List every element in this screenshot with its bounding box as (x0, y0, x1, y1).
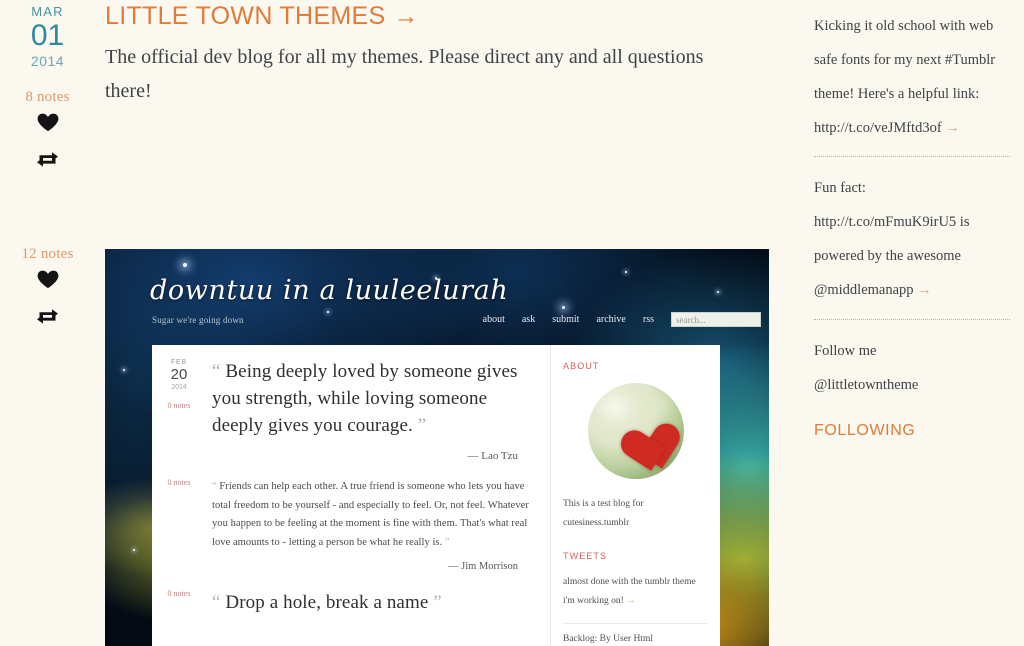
about-text: This is a test blog for cutesiness.tumbl… (563, 499, 644, 528)
heart-icon[interactable] (35, 113, 61, 135)
quote-source: — Lao Tzu (467, 449, 518, 462)
blog-description: The official dev blog for all my themes.… (105, 46, 704, 102)
nav-item-submit[interactable]: submit (552, 314, 579, 325)
quote-date-month: FEB (170, 359, 187, 366)
embedded-content-card: FEB 20 2014 0 notes “ Being deeply loved… (152, 345, 720, 646)
right-sidebar: Kicking it old school with web safe font… (814, 0, 1010, 440)
nav-item-about[interactable]: about (483, 314, 505, 325)
page-root: MAR 01 2014 8 notes 12 notes LITTLE TOWN… (0, 0, 1024, 646)
arrow-right-icon: → (945, 120, 960, 137)
embedded-post-list: FEB 20 2014 0 notes “ Being deeply loved… (152, 345, 550, 646)
quote-body: Drop a hole, break a name (225, 591, 429, 613)
quote-notes-link[interactable]: 0 notes (152, 401, 206, 410)
quote-body: Being deeply loved by someone gives you … (212, 361, 518, 436)
quote-meta: 0 notes (152, 478, 206, 487)
close-quote-mark: ” (417, 414, 427, 436)
divider (814, 156, 1010, 158)
open-quote-mark: “ (212, 591, 221, 613)
blog-title-text: LITTLE TOWN THEMES (105, 2, 386, 30)
divider (563, 623, 708, 624)
reblog-icon[interactable] (35, 151, 61, 173)
follow-handle-link[interactable]: @littletowntheme (814, 377, 918, 393)
post-date-day: 01 (30, 19, 65, 52)
tweets-heading: TWEETS (563, 551, 608, 561)
quote-date-year: 2014 (171, 384, 187, 391)
sidebar-entry-link-row: @middlemanapp → (814, 273, 1010, 307)
star-decoration (123, 369, 125, 371)
following-heading: FOLLOWING (814, 421, 916, 439)
quote-post: 0 notes “ Friends can help each other. A… (152, 462, 550, 572)
quote-source: — Jim Morrison (447, 560, 518, 572)
close-quote-mark: ” (433, 591, 442, 613)
follow-label: Follow me (814, 342, 877, 359)
arrow-right-icon: → (393, 2, 419, 30)
divider (814, 318, 1010, 320)
nav-item-ask[interactable]: ask (522, 314, 535, 325)
search-input[interactable]: search... (671, 312, 761, 327)
embedded-tagline: Sugar we're going down (152, 315, 244, 325)
post-content-column: LITTLE TOWN THEMES → The official dev blo… (105, 0, 785, 108)
embedded-nav: about ask submit archive rss search... (483, 312, 761, 327)
backlog-text: Backlog: By User Html (563, 634, 653, 644)
post-notes-link[interactable]: 8 notes (0, 89, 95, 106)
sidebar-entry-link[interactable]: http://t.co/veJMftd3of (814, 120, 942, 136)
sidebar-entry-link-row: http://t.co/veJMftd3of → (814, 111, 1010, 145)
post-meta-2: 12 notes (0, 246, 95, 346)
post-date-month: MAR (31, 4, 64, 19)
embedded-header: downtuu in a luuleelurah Sugar we're goi… (105, 249, 769, 345)
post-notes-link[interactable]: 12 notes (0, 246, 95, 263)
quote-text: “ Being deeply loved by someone gives yo… (212, 359, 532, 440)
post-actions (0, 113, 95, 173)
embedded-sidebar: ABOUT This is a test blog for cutesiness… (550, 345, 720, 646)
avatar (587, 383, 684, 479)
embedded-site-title: downtuu in a luuleelurah (150, 275, 509, 306)
heart-icon[interactable] (35, 270, 61, 292)
quote-post: FEB 20 2014 0 notes “ Being deeply loved… (152, 345, 550, 462)
open-quote-mark: “ (212, 361, 221, 382)
quote-text: “ Drop a hole, break a name ” (212, 590, 532, 617)
quote-meta: FEB 20 2014 0 notes (152, 359, 206, 410)
nav-item-rss[interactable]: rss (643, 314, 654, 325)
quote-text: “ Friends can help each other. A true fr… (212, 478, 532, 553)
quote-post: 0 notes “ Drop a hole, break a name ” (152, 572, 550, 617)
quote-body: Friends can help each other. A true frie… (212, 480, 529, 548)
heart-avatar-icon (605, 404, 684, 471)
close-quote-mark: ” (444, 536, 450, 548)
follow-handle-row: @littletowntheme (814, 368, 1010, 402)
tweet-text: almost done with the tumblr theme i'm wo… (563, 573, 708, 611)
arrow-right-icon: → (917, 282, 932, 299)
sidebar-entry-text: Fun fact: http://t.co/mFmuK9irU5 is powe… (814, 180, 970, 265)
quote-meta: 0 notes (152, 589, 206, 598)
nav-item-archive[interactable]: archive (596, 314, 625, 325)
sidebar-entry-text: Kicking it old school with web safe font… (814, 18, 996, 103)
embedded-screenshot-image[interactable]: downtuu in a luuleelurah Sugar we're goi… (105, 249, 769, 646)
quote-notes-link[interactable]: 0 notes (152, 478, 206, 487)
post-meta-1: MAR 01 2014 8 notes (0, 4, 95, 189)
arrow-right-icon: → (626, 596, 636, 606)
open-quote-mark: “ (212, 480, 217, 492)
reblog-icon[interactable] (35, 308, 61, 330)
sidebar-entry-link[interactable]: @middlemanapp (814, 282, 914, 298)
quote-date-day: 20 (170, 366, 188, 383)
quote-notes-link[interactable]: 0 notes (152, 589, 206, 598)
post-actions (0, 270, 95, 330)
star-decoration (133, 549, 135, 551)
about-heading: ABOUT (563, 361, 600, 371)
post-date-year: 2014 (30, 52, 65, 69)
blog-title-link[interactable]: LITTLE TOWN THEMES → (105, 2, 419, 31)
